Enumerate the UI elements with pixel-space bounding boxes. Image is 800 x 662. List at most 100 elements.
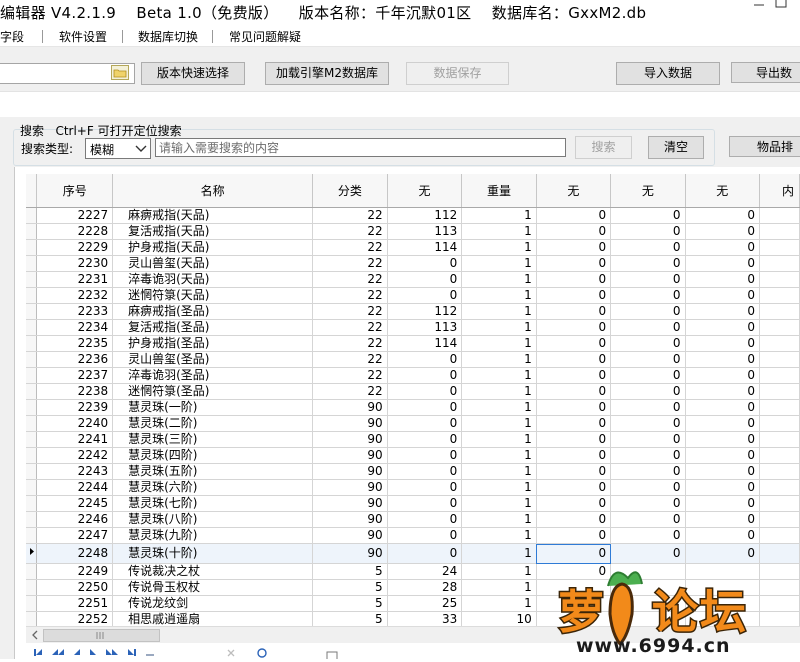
table-cell[interactable]: 0 [536, 287, 612, 304]
row-indicator[interactable] [26, 595, 38, 612]
row-indicator[interactable] [26, 611, 38, 626]
table-cell[interactable]: 0 [685, 223, 760, 240]
first-record-icon[interactable] [34, 649, 42, 656]
table-cell[interactable]: 2234 [36, 319, 114, 336]
next-page-icon[interactable] [106, 649, 118, 655]
row-indicator[interactable] [26, 447, 38, 464]
table-row[interactable]: 2234 复活戒指(圣品) 22 113 1 0 0 0 [26, 319, 800, 336]
table-cell[interactable]: 28 [387, 579, 463, 596]
table-cell[interactable]: 2235 [36, 335, 114, 352]
table-cell[interactable]: 0 [610, 447, 686, 464]
cell-name[interactable]: 慧灵珠(一阶) [112, 399, 314, 416]
table-cell[interactable]: 0 [610, 287, 686, 304]
row-indicator[interactable] [26, 463, 38, 480]
column-header[interactable]: 无 [387, 174, 463, 208]
table-cell[interactable] [759, 223, 800, 240]
table-row[interactable]: 2231 淬毒诡羽(天品) 22 0 1 0 0 0 [26, 271, 800, 288]
table-cell[interactable]: 2242 [36, 447, 114, 464]
table-cell[interactable]: 24 [387, 563, 463, 580]
table-cell[interactable]: 2233 [36, 303, 114, 320]
table-cell[interactable]: 90 [312, 431, 388, 448]
table-cell[interactable]: 0 [387, 383, 463, 400]
table-cell[interactable]: 0 [685, 383, 760, 400]
table-cell[interactable] [759, 335, 800, 352]
table-cell[interactable]: 0 [536, 367, 612, 384]
table-cell[interactable]: 0 [685, 255, 760, 272]
table-cell[interactable]: 0 [685, 207, 760, 224]
table-cell[interactable]: 0 [685, 511, 760, 528]
table-cell[interactable] [759, 351, 800, 368]
table-cell[interactable] [759, 399, 800, 416]
maximize-button[interactable] [770, 0, 800, 26]
table-cell[interactable]: 10 [461, 611, 537, 626]
table-cell[interactable]: 0 [387, 479, 463, 496]
table-cell[interactable] [759, 511, 800, 528]
cell-name[interactable]: 复活戒指(天品) [112, 223, 314, 240]
version-path-field[interactable] [0, 63, 135, 84]
table-cell[interactable]: 0 [387, 255, 463, 272]
table-cell[interactable]: 1 [461, 335, 537, 352]
cell-name[interactable]: 慧灵珠(二阶) [112, 415, 314, 432]
column-header[interactable]: 名称 [112, 174, 314, 208]
table-cell[interactable]: 0 [685, 239, 760, 256]
cell-name[interactable]: 淬毒诡羽(天品) [112, 271, 314, 288]
table-cell[interactable]: 0 [685, 367, 760, 384]
row-indicator[interactable] [26, 399, 38, 416]
table-cell[interactable]: 1 [461, 511, 537, 528]
table-cell[interactable]: 0 [610, 351, 686, 368]
cell-name[interactable]: 慧灵珠(九阶) [112, 527, 314, 544]
table-row[interactable]: 2244 慧灵珠(六阶) 90 0 1 0 0 0 [26, 479, 800, 496]
row-indicator[interactable] [26, 271, 38, 288]
table-cell[interactable]: 0 [685, 447, 760, 464]
column-header[interactable]: 重量 [461, 174, 537, 208]
table-cell[interactable]: 0 [387, 511, 463, 528]
table-cell[interactable]: 2232 [36, 287, 114, 304]
last-record-icon[interactable] [128, 649, 136, 656]
table-cell[interactable]: 5 [312, 595, 388, 612]
column-header[interactable]: 内 [759, 174, 800, 208]
table-cell[interactable]: 2231 [36, 271, 114, 288]
table-cell[interactable]: 0 [536, 415, 612, 432]
table-cell[interactable]: 0 [387, 447, 463, 464]
cell-name[interactable]: 慧灵珠(十阶) [112, 543, 314, 564]
table-cell[interactable] [759, 271, 800, 288]
table-cell[interactable]: 0 [685, 463, 760, 480]
table-cell[interactable]: 1 [461, 527, 537, 544]
table-cell[interactable]: 5 [312, 563, 388, 580]
row-indicator[interactable] [26, 431, 38, 448]
table-cell[interactable]: 0 [685, 335, 760, 352]
table-cell[interactable]: 2241 [36, 431, 114, 448]
table-cell[interactable]: 113 [387, 223, 463, 240]
row-indicator[interactable] [26, 255, 38, 272]
row-indicator[interactable] [26, 563, 38, 580]
table-cell[interactable]: 1 [461, 563, 537, 580]
table-cell[interactable]: 22 [312, 223, 388, 240]
menu-settings[interactable]: 软件设置 [59, 28, 107, 45]
table-cell[interactable]: 1 [461, 479, 537, 496]
load-db-button[interactable]: 加载引擎M2数据库 [265, 62, 389, 85]
cell-name[interactable]: 慧灵珠(七阶) [112, 495, 314, 512]
row-indicator[interactable] [26, 207, 38, 224]
table-row[interactable]: 2241 慧灵珠(三阶) 90 0 1 0 0 0 [26, 431, 800, 448]
table-row[interactable]: 2228 复活戒指(天品) 22 113 1 0 0 0 [26, 223, 800, 240]
row-indicator[interactable] [26, 335, 38, 352]
table-cell[interactable]: 0 [387, 399, 463, 416]
cell-name[interactable]: 灵山兽玺(天品) [112, 255, 314, 272]
table-row[interactable]: 2237 淬毒诡羽(圣品) 22 0 1 0 0 0 [26, 367, 800, 384]
table-cell[interactable]: 0 [387, 367, 463, 384]
table-cell[interactable] [759, 527, 800, 544]
prior-record-icon[interactable] [74, 649, 80, 655]
table-cell[interactable] [759, 287, 800, 304]
table-cell[interactable]: 22 [312, 383, 388, 400]
table-cell[interactable]: 22 [312, 319, 388, 336]
cell-name[interactable]: 麻痹戒指(天品) [112, 207, 314, 224]
table-cell[interactable]: 2246 [36, 511, 114, 528]
table-cell[interactable]: 2228 [36, 223, 114, 240]
table-cell[interactable]: 0 [536, 207, 612, 224]
table-cell[interactable]: 33 [387, 611, 463, 626]
table-cell[interactable]: 0 [685, 431, 760, 448]
table-cell[interactable]: 5 [312, 611, 388, 626]
row-indicator[interactable] [26, 511, 38, 528]
table-cell[interactable]: 114 [387, 335, 463, 352]
table-cell[interactable]: 2244 [36, 479, 114, 496]
